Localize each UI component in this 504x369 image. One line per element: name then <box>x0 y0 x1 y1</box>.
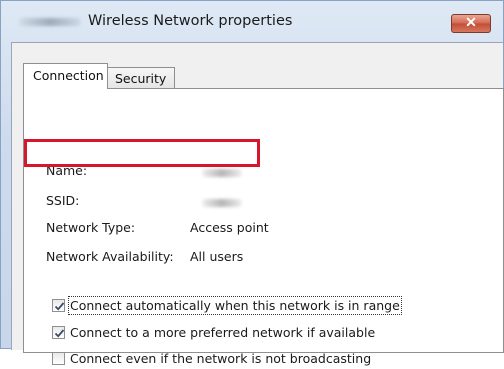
redacted-name-value <box>202 169 242 177</box>
connection-tab-panel: Name: SSID: Network Type: Access point N… <box>23 88 504 366</box>
ssid-highlight-box <box>24 139 260 167</box>
option-label: Connect automatically when this network … <box>68 296 402 315</box>
title-bar[interactable]: Wireless Network properties ✕ <box>1 1 503 43</box>
wireless-network-properties-window: Wireless Network properties ✕ Connection… <box>0 0 504 366</box>
tab-security[interactable]: Security <box>107 67 175 89</box>
network-type-value: Access point <box>190 220 269 235</box>
close-button[interactable]: ✕ <box>451 14 491 33</box>
close-icon: ✕ <box>465 14 477 30</box>
tab-connection[interactable]: Connection <box>23 63 108 89</box>
checkbox-connect-automatically[interactable] <box>52 299 65 312</box>
ssid-label: SSID: <box>46 193 80 208</box>
checkmark-icon <box>54 329 65 338</box>
checkbox-connect-preferred[interactable] <box>52 326 65 339</box>
redacted-ssid-value <box>202 199 242 207</box>
network-availability-value: All users <box>190 249 244 264</box>
network-type-label: Network Type: <box>46 220 136 235</box>
option-label: Connect to a more preferred network if a… <box>70 325 376 340</box>
checkbox-connect-not-broadcasting[interactable] <box>52 352 65 365</box>
redacted-network-name <box>19 18 81 26</box>
network-availability-label: Network Availability: <box>46 249 174 264</box>
dialog-client-area: Connection Security Name: SSID: Network … <box>11 42 504 366</box>
checkmark-icon <box>54 302 65 311</box>
option-label: Connect even if the network is not broad… <box>70 351 372 366</box>
window-title: Wireless Network properties <box>88 13 293 29</box>
